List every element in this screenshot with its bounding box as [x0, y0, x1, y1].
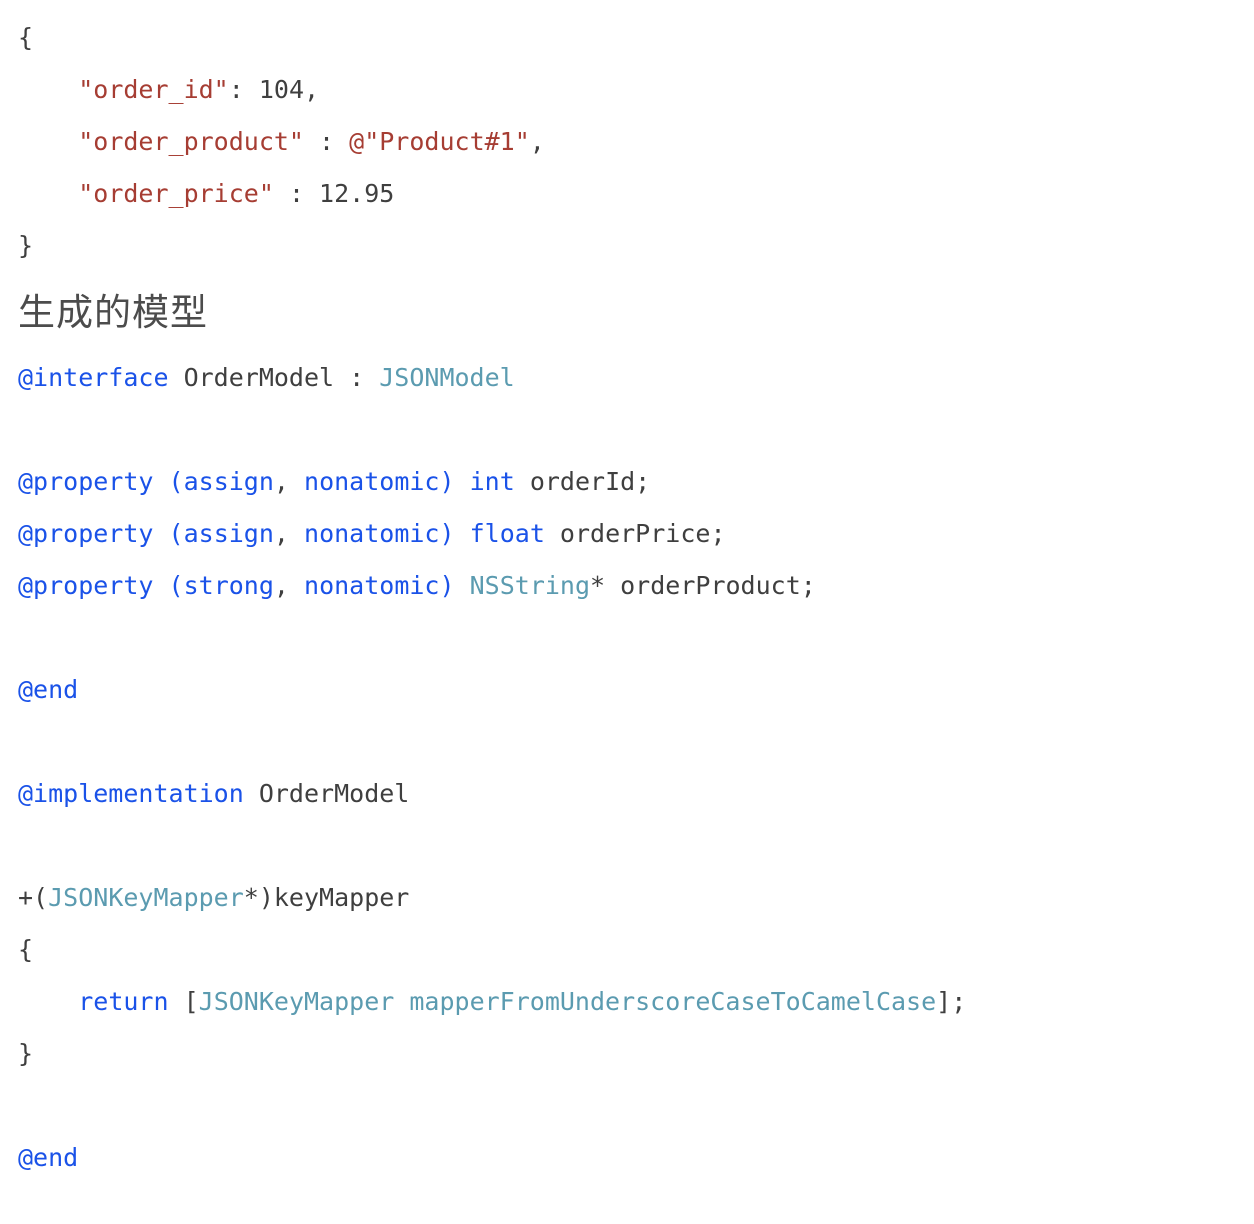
code-token-plain: ];	[936, 987, 967, 1017]
code-line: {	[0, 924, 1254, 976]
code-line: @end	[0, 664, 1254, 716]
code-token-keyword: @end	[18, 675, 79, 705]
code-token-keyword: (	[168, 467, 184, 497]
code-token-plain: OrderModel :	[168, 363, 380, 393]
code-token-punct: :	[304, 127, 350, 156]
code-token-keyword: strong	[183, 571, 274, 601]
json-sample-code-block: { "order_id": 104, "order_product" : @"P…	[0, 0, 1254, 272]
code-token-punct: {	[18, 23, 34, 52]
code-token-punct: ,	[273, 467, 305, 497]
code-token-punct: ,	[529, 127, 545, 156]
code-token-keyword: @implementation	[18, 779, 244, 809]
code-line: {	[0, 12, 1254, 64]
code-token-keyword: )	[439, 519, 455, 549]
code-token-keyword: nonatomic	[304, 467, 440, 497]
code-line: +(JSONKeyMapper*)keyMapper	[0, 872, 1254, 924]
code-token-keyword: int	[469, 467, 515, 497]
code-token-type: NSString	[469, 571, 591, 601]
code-token-string: "order_product"	[78, 127, 304, 156]
code-token-punct: ,	[273, 519, 305, 549]
code-token-string: "order_id"	[78, 75, 229, 104]
document-page: { "order_id": 104, "order_product" : @"P…	[0, 0, 1254, 1224]
code-token-plain: orderId;	[514, 467, 651, 497]
code-token-number: 12.95	[319, 179, 395, 208]
code-token-keyword: return	[78, 987, 169, 1017]
code-token-plain: [	[168, 987, 199, 1017]
bottom-spacer	[0, 1184, 1254, 1218]
code-token-punct: :	[273, 179, 320, 208]
code-token-plain: orderPrice;	[544, 519, 726, 549]
code-token-keyword: float	[469, 519, 545, 549]
code-token-punct: ,	[304, 75, 320, 104]
code-line: @implementation OrderModel	[0, 768, 1254, 820]
code-token-keyword: @end	[18, 1143, 79, 1173]
code-line: "order_price" : 12.95	[0, 168, 1254, 220]
code-token-punct: }	[18, 231, 34, 260]
code-token-keyword: assign	[183, 467, 274, 497]
code-token-keyword: @interface	[18, 363, 169, 393]
code-line: @end	[0, 1132, 1254, 1184]
code-line: "order_product" : @"Product#1",	[0, 116, 1254, 168]
code-line: @interface OrderModel : JSONModel	[0, 352, 1254, 404]
code-token-type: JSONKeyMapper	[48, 883, 244, 913]
code-token-keyword: nonatomic	[304, 571, 440, 601]
code-token-plain: * orderProduct;	[590, 571, 816, 601]
code-token-keyword: )	[439, 467, 455, 497]
code-line: @property (assign, nonatomic) int orderI…	[0, 456, 1254, 508]
code-token-keyword: @property	[18, 571, 154, 601]
code-token-keyword: (	[168, 519, 184, 549]
code-token-plain: }	[18, 1039, 34, 1069]
code-token-type: JSONModel	[379, 363, 515, 393]
code-token-plain: OrderModel	[243, 779, 410, 809]
objective-c-sample-code-block: @interface OrderModel : JSONModel @prope…	[0, 352, 1254, 1184]
code-token-punct: :	[228, 75, 259, 104]
code-line: "order_id": 104,	[0, 64, 1254, 116]
code-token-type: JSONKeyMapper mapperFromUnderscoreCaseTo…	[198, 987, 937, 1017]
code-token-plain: +(	[18, 883, 49, 913]
code-token-keyword: @property	[18, 467, 154, 497]
code-token-keyword: )	[439, 571, 455, 601]
code-line: @property (strong, nonatomic) NSString* …	[0, 560, 1254, 612]
code-token-number: 104	[258, 75, 304, 104]
code-token-string: @"Product#1"	[349, 127, 530, 156]
code-token-plain: *)keyMapper	[243, 883, 410, 913]
code-line: return [JSONKeyMapper mapperFromUndersco…	[0, 976, 1254, 1028]
code-line: @property (assign, nonatomic) float orde…	[0, 508, 1254, 560]
code-token-keyword: assign	[183, 519, 274, 549]
section-heading-generated-model: 生成的模型	[18, 291, 208, 334]
code-token-punct: ,	[273, 571, 305, 601]
code-token-plain: {	[18, 935, 34, 965]
code-token-keyword: (	[168, 571, 184, 601]
code-line: }	[0, 1028, 1254, 1080]
code-token-string: "order_price"	[78, 179, 274, 208]
code-token-keyword: nonatomic	[304, 519, 440, 549]
code-line: }	[0, 220, 1254, 272]
code-token-keyword: @property	[18, 519, 154, 549]
